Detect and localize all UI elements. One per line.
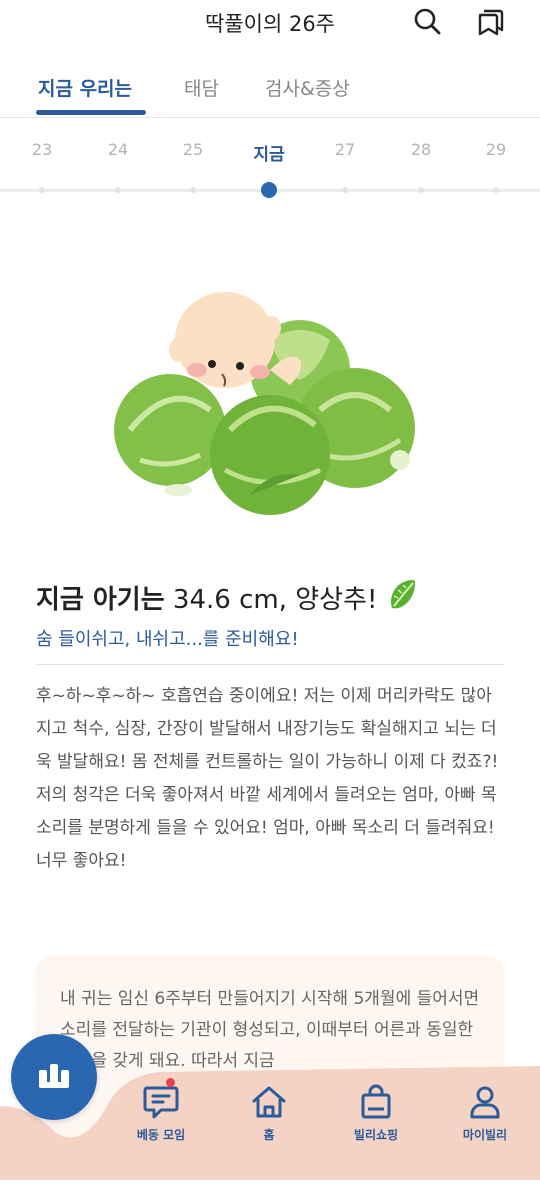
week-dot bbox=[115, 187, 121, 193]
week-29[interactable]: 29 bbox=[466, 140, 526, 159]
tab-active-indicator bbox=[36, 110, 146, 115]
section-divider bbox=[36, 664, 504, 665]
page-title: 딱풀이의 26주 bbox=[205, 12, 335, 36]
week-dot bbox=[342, 187, 348, 193]
nav-community[interactable]: 베동 모임 bbox=[116, 1078, 206, 1143]
person-icon bbox=[470, 1086, 500, 1119]
description-paragraph: 후~하~후~하~ 호흡연습 중이에요! 저는 이제 머리카락도 많아지고 척수,… bbox=[36, 686, 499, 772]
nav-my-page[interactable]: 마이빌리 bbox=[440, 1082, 530, 1143]
week-dot bbox=[190, 187, 196, 193]
lettuce-icon bbox=[390, 580, 415, 609]
week-23[interactable]: 23 bbox=[12, 140, 72, 159]
notification-badge bbox=[166, 1078, 175, 1087]
nav-label: 빌리쇼핑 bbox=[353, 1128, 399, 1142]
nav-shop[interactable]: 빌리쇼핑 bbox=[331, 1082, 421, 1143]
baby-size-lead: 지금 아기는 bbox=[36, 585, 165, 615]
week-current[interactable]: 지금 bbox=[239, 140, 299, 165]
system-bar bbox=[0, 1180, 540, 1188]
nav-label: 홈 bbox=[263, 1128, 275, 1142]
search-icon[interactable] bbox=[410, 4, 444, 38]
shopping-bag-icon bbox=[361, 1084, 391, 1119]
baby-size-value: 34.6 cm, 양상추! bbox=[172, 585, 378, 615]
tab-now[interactable]: 지금 우리는 bbox=[38, 74, 132, 101]
week-selector: 23 24 25 지금 27 28 29 bbox=[0, 140, 540, 204]
chat-icon bbox=[143, 1086, 179, 1119]
week-dot bbox=[418, 187, 424, 193]
week-dot bbox=[493, 187, 499, 193]
nav-home[interactable]: 홈 bbox=[224, 1082, 314, 1143]
week-27[interactable]: 27 bbox=[315, 140, 375, 159]
billy-logo-icon bbox=[39, 1064, 69, 1088]
week-dot-current bbox=[261, 182, 277, 198]
nav-label: 베동 모임 bbox=[136, 1128, 186, 1142]
baby-subtitle: 숨 들이쉬고, 내쉬고...를 준비해요! bbox=[36, 629, 299, 650]
baby-lettuce-illustration bbox=[100, 270, 430, 530]
bookmark-pages-icon[interactable] bbox=[474, 4, 508, 38]
tab-tests-symptoms[interactable]: 검사&증상 bbox=[265, 74, 350, 101]
tab-bar: 지금 우리는 태담 검사&증상 bbox=[0, 62, 540, 118]
nav-label: 마이빌리 bbox=[462, 1128, 508, 1142]
tab-prenatal-talk[interactable]: 태담 bbox=[184, 74, 219, 101]
baby-size-headline: 지금 아기는 34.6 cm, 양상추! bbox=[36, 578, 506, 616]
week-24[interactable]: 24 bbox=[88, 140, 148, 159]
home-icon bbox=[252, 1086, 286, 1118]
week-dot bbox=[39, 187, 45, 193]
description-paragraph: 저의 청각은 더욱 좋아져서 바깥 세계에서 들려오는 엄마, 아빠 목소리를 … bbox=[36, 785, 497, 871]
baby-description: 후~하~후~하~ 호흡연습 중이에요! 저는 이제 머리카락도 많아지고 척수,… bbox=[36, 680, 506, 878]
week-28[interactable]: 28 bbox=[391, 140, 451, 159]
week-25[interactable]: 25 bbox=[163, 140, 223, 159]
billy-fab-button[interactable] bbox=[11, 1034, 97, 1120]
app-header: 딱풀이의 26주 bbox=[0, 0, 540, 48]
